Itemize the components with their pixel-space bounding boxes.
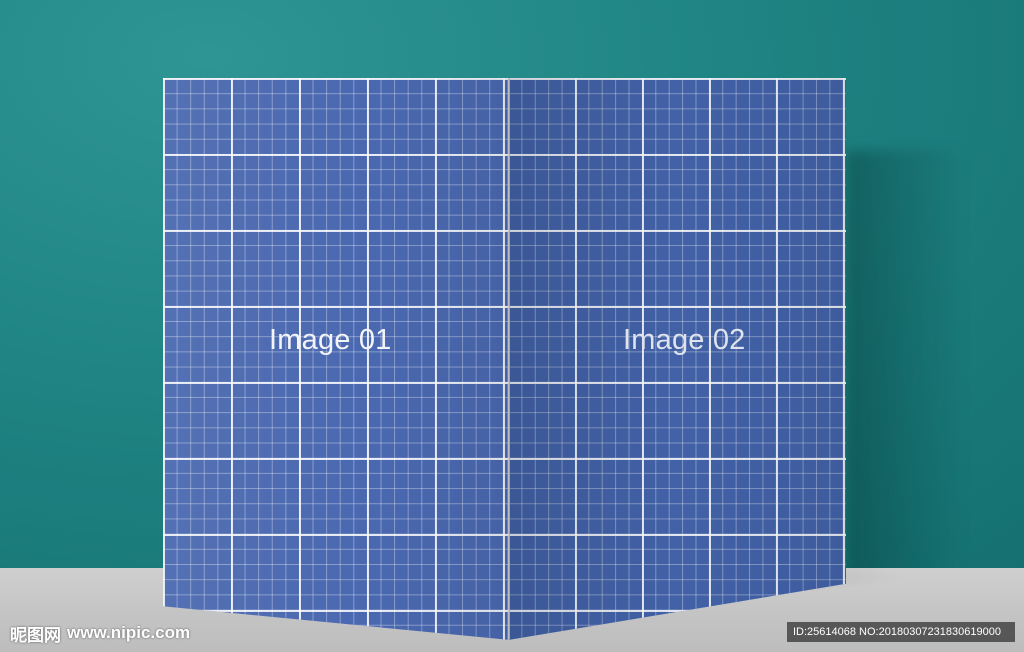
- panel-shading: [508, 78, 846, 640]
- image-02-label: Image 02: [623, 324, 746, 356]
- fold-spine: [507, 78, 510, 640]
- panel-shading: [163, 78, 510, 640]
- image-01-label: Image 01: [269, 324, 392, 356]
- site-watermark: 昵图网 www.nipic.com: [10, 622, 191, 646]
- site-logo-text: 昵图网: [10, 625, 61, 646]
- image-id-bar: ID:25614068 NO:20180307231830619000: [787, 622, 1015, 642]
- site-url: www.nipic.com: [67, 623, 191, 642]
- cast-shadow: [845, 150, 965, 580]
- mockup-panel-left: [163, 78, 510, 640]
- mockup-panel-right: [508, 78, 846, 640]
